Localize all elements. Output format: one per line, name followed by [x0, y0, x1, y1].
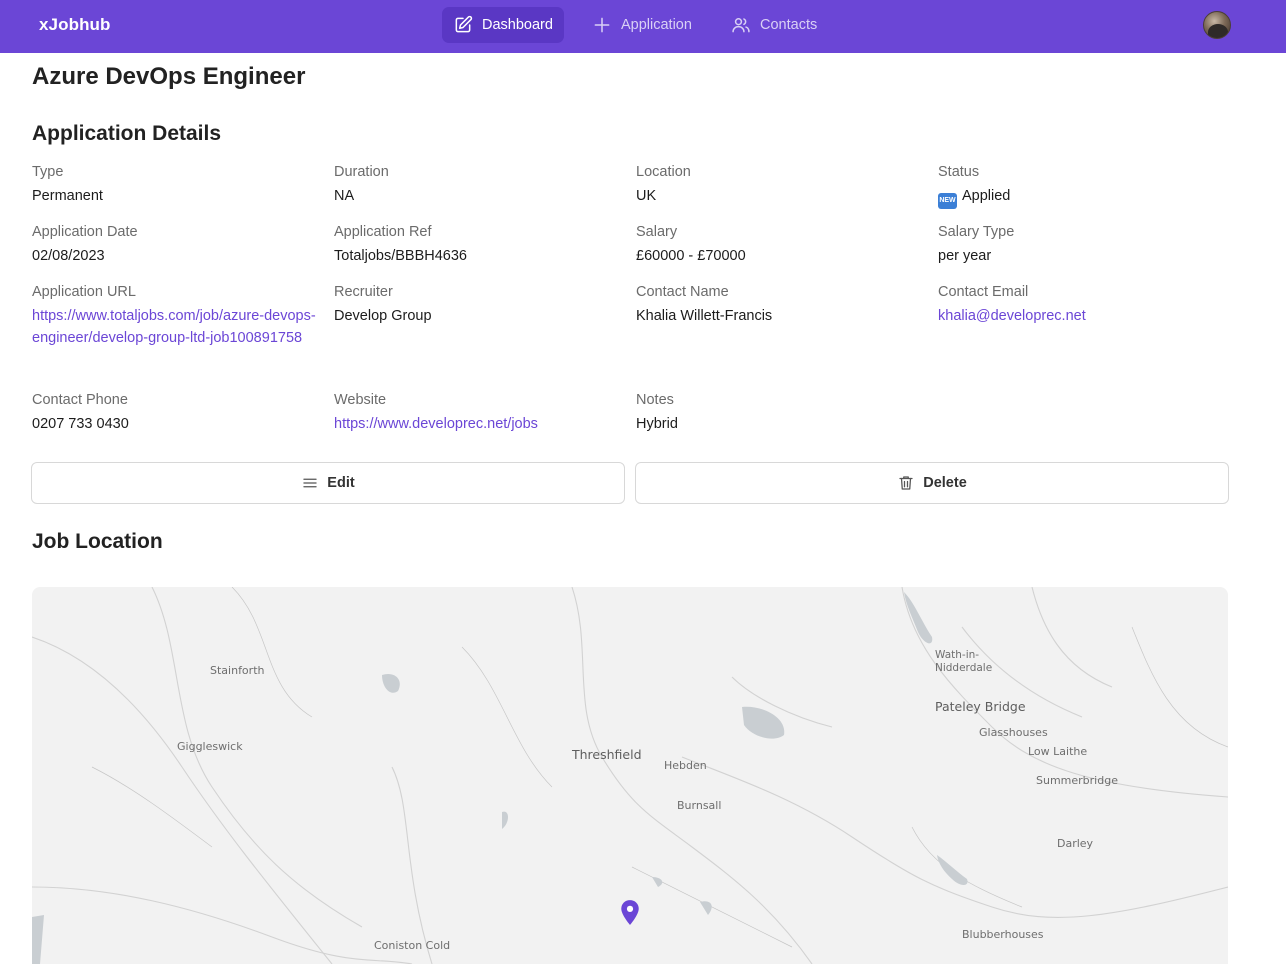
field-label: Contact Phone — [32, 392, 128, 408]
map-label-stainforth: Stainforth — [210, 664, 265, 677]
contact-email-link[interactable]: khalia@developrec.net — [938, 305, 1228, 327]
status-text: Applied — [962, 188, 1011, 204]
delete-button[interactable]: Delete — [635, 462, 1229, 504]
field-value: Totaljobs/BBBH4636 — [334, 248, 467, 264]
nav-dashboard-label: Dashboard — [482, 17, 553, 33]
nav-dashboard[interactable]: Dashboard — [442, 7, 564, 43]
field-label: Contact Name — [636, 284, 729, 300]
trash-icon — [899, 476, 913, 490]
field-type: Type Permanent — [32, 162, 322, 207]
field-value: Permanent — [32, 188, 103, 204]
field-label: Type — [32, 164, 64, 180]
field-value: 02/08/2023 — [32, 248, 105, 264]
field-label: Application URL — [32, 284, 136, 300]
field-application-date: Application Date 02/08/2023 — [32, 222, 322, 267]
map-label-giggleswick: Giggleswick — [177, 740, 243, 753]
nav-contacts[interactable]: Contacts — [720, 7, 828, 43]
field-value: Khalia Willett-Francis — [636, 308, 773, 324]
field-label: Duration — [334, 164, 389, 180]
field-value: per year — [938, 248, 992, 264]
edit-button[interactable]: Edit — [31, 462, 625, 504]
nav-application[interactable]: Application — [581, 7, 703, 43]
field-label: Recruiter — [334, 284, 393, 300]
field-contact-email: Contact Email khalia@developrec.net — [938, 282, 1228, 327]
top-navbar: xJobhub Dashboard Application Contacts — [0, 0, 1286, 53]
page-title: Azure DevOps Engineer — [32, 63, 306, 90]
map-label-hebden: Hebden — [664, 759, 707, 772]
field-value: UK — [636, 188, 657, 204]
nav-application-label: Application — [621, 17, 692, 33]
field-label: Salary — [636, 224, 678, 240]
field-value: NEW Applied — [938, 185, 1228, 209]
users-icon — [732, 18, 750, 33]
section-heading-details: Application Details — [32, 122, 222, 145]
user-avatar[interactable] — [1203, 11, 1231, 39]
plus-icon — [594, 17, 610, 33]
field-value: Develop Group — [334, 308, 432, 324]
field-application-ref: Application Ref Totaljobs/BBBH4636 — [334, 222, 624, 267]
map-label-wath-line2: Nidderdale — [935, 662, 993, 674]
field-website: Website https://www.developrec.net/jobs — [334, 390, 624, 435]
field-location: Location UK — [636, 162, 926, 207]
field-label: Salary Type — [938, 224, 1015, 240]
brand-logo[interactable]: xJobhub — [39, 15, 111, 35]
job-location-map[interactable]: Stainforth Giggleswick Threshfield Hebde… — [32, 587, 1228, 964]
map-label-burnsall: Burnsall — [677, 799, 722, 812]
map-label-pateley-bridge: Pateley Bridge — [935, 699, 1026, 714]
field-label: Application Ref — [334, 224, 432, 240]
field-notes: Notes Hybrid — [636, 390, 926, 435]
new-badge-icon: NEW — [938, 193, 957, 209]
field-salary-type: Salary Type per year — [938, 222, 1228, 267]
map-label-glasshouses: Glasshouses — [979, 726, 1048, 739]
field-label: Status — [938, 164, 980, 180]
edit-button-label: Edit — [327, 475, 355, 491]
field-label: Location — [636, 164, 691, 180]
field-application-url: Application URL https://www.totaljobs.co… — [32, 282, 318, 349]
field-label: Notes — [636, 392, 674, 408]
website-link[interactable]: https://www.developrec.net/jobs — [334, 413, 624, 435]
application-url-link[interactable]: https://www.totaljobs.com/job/azure-devo… — [32, 305, 318, 349]
map-label-darley: Darley — [1057, 837, 1094, 850]
field-value: Hybrid — [636, 416, 678, 432]
map-label-threshfield: Threshfield — [572, 747, 642, 762]
location-pin-icon[interactable] — [619, 899, 641, 927]
field-value: NA — [334, 188, 355, 204]
field-value: £60000 - £70000 — [636, 248, 746, 264]
map-label-blubberhouses: Blubberhouses — [962, 928, 1044, 941]
map-label-wath-line1: Wath-in- — [935, 649, 980, 661]
map-label-summerbridge: Summerbridge — [1036, 774, 1118, 787]
delete-button-label: Delete — [923, 475, 967, 491]
menu-lines-icon — [303, 478, 317, 488]
field-duration: Duration NA — [334, 162, 624, 207]
field-label: Website — [334, 392, 387, 408]
section-heading-job-location: Job Location — [32, 530, 163, 553]
field-status: Status NEW Applied — [938, 162, 1228, 209]
field-value: 0207 733 0430 — [32, 416, 129, 432]
map-label-coniston-cold: Coniston Cold — [374, 939, 451, 952]
field-salary: Salary £60000 - £70000 — [636, 222, 926, 267]
nav-contacts-label: Contacts — [760, 17, 818, 33]
field-label: Contact Email — [938, 284, 1029, 300]
field-contact-phone: Contact Phone 0207 733 0430 — [32, 390, 322, 435]
field-recruiter: Recruiter Develop Group — [334, 282, 624, 327]
field-label: Application Date — [32, 224, 138, 240]
map-label-low-laithe: Low Laithe — [1028, 745, 1088, 758]
edit-icon — [455, 15, 473, 33]
field-contact-name: Contact Name Khalia Willett-Francis — [636, 282, 926, 327]
map-label-wath-in-nidderdale: Wath-in- Nidderdale — [935, 649, 992, 675]
